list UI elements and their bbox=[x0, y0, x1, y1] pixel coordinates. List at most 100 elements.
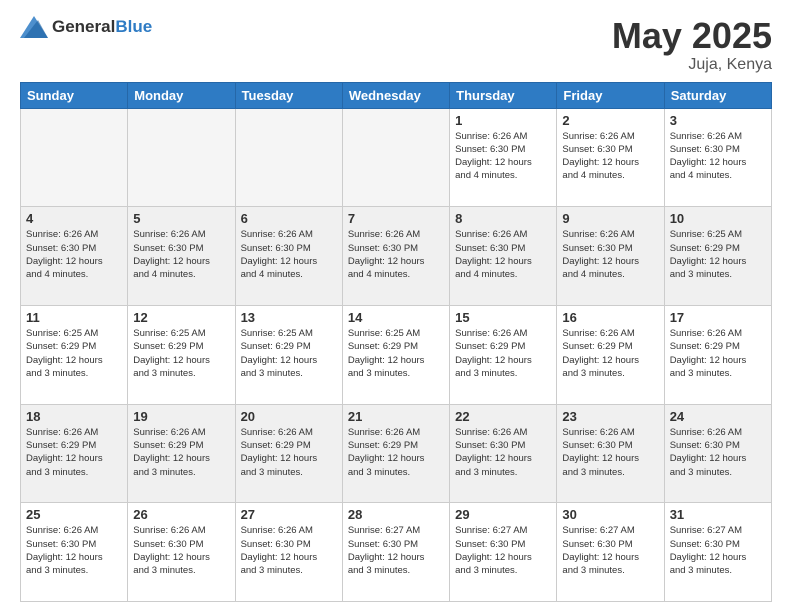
day-info: Sunrise: 6:26 AM Sunset: 6:29 PM Dayligh… bbox=[133, 426, 229, 479]
day-number: 26 bbox=[133, 507, 229, 522]
calendar-cell: 4Sunrise: 6:26 AM Sunset: 6:30 PM Daylig… bbox=[21, 207, 128, 306]
calendar-cell bbox=[21, 108, 128, 207]
calendar-cell: 10 Sunrise: 6:25 AM Sunset: 6:29 PM Dayli… bbox=[664, 207, 771, 306]
calendar-cell: 2Sunrise: 6:26 AM Sunset: 6:30 PM Daylig… bbox=[557, 108, 664, 207]
location: Juja, Kenya bbox=[612, 56, 772, 74]
day-info: Sunrise: 6:27 AM Sunset: 6:30 PM Dayligh… bbox=[455, 524, 551, 577]
calendar-cell: 9Sunrise: 6:26 AM Sunset: 6:30 PM Daylig… bbox=[557, 207, 664, 306]
calendar-day-header: Tuesday bbox=[235, 82, 342, 108]
day-info: Sunrise: 6:25 AM Sunset: 6:29 PM Dayligh… bbox=[670, 228, 766, 281]
calendar-cell: 14 Sunrise: 6:25 AM Sunset: 6:29 PM Dayli… bbox=[342, 305, 449, 404]
calendar-cell: 24 Sunrise: 6:26 AM Sunset: 6:30 PM Dayli… bbox=[664, 404, 771, 503]
day-info: Sunrise: 6:26 AM Sunset: 6:30 PM Dayligh… bbox=[670, 130, 766, 183]
calendar-cell: 7 Sunrise: 6:26 AM Sunset: 6:30 PM Daylig… bbox=[342, 207, 449, 306]
day-info: Sunrise: 6:26 AM Sunset: 6:29 PM Dayligh… bbox=[26, 426, 122, 479]
day-info: Sunrise: 6:25 AM Sunset: 6:29 PM Dayligh… bbox=[241, 327, 337, 380]
day-info: Sunrise: 6:26 AM Sunset: 6:29 PM Dayligh… bbox=[455, 327, 551, 380]
month-year: May 2025 bbox=[612, 16, 772, 56]
logo-general: General bbox=[52, 17, 115, 36]
day-number: 13 bbox=[241, 310, 337, 325]
day-info: Sunrise: 6:26 AM Sunset: 6:30 PM Dayligh… bbox=[133, 228, 229, 281]
day-info: Sunrise: 6:27 AM Sunset: 6:30 PM Dayligh… bbox=[670, 524, 766, 577]
day-number: 3 bbox=[670, 113, 766, 128]
calendar-header-row: SundayMondayTuesdayWednesdayThursdayFrid… bbox=[21, 82, 772, 108]
day-info: Sunrise: 6:26 AM Sunset: 6:30 PM Dayligh… bbox=[348, 228, 444, 281]
day-info: Sunrise: 6:25 AM Sunset: 6:29 PM Dayligh… bbox=[348, 327, 444, 380]
logo-icon bbox=[20, 16, 48, 38]
calendar-cell: 22 Sunrise: 6:26 AM Sunset: 6:30 PM Dayli… bbox=[450, 404, 557, 503]
day-info: Sunrise: 6:26 AM Sunset: 6:30 PM Dayligh… bbox=[562, 228, 658, 281]
calendar-cell: 21 Sunrise: 6:26 AM Sunset: 6:29 PM Dayli… bbox=[342, 404, 449, 503]
day-number: 31 bbox=[670, 507, 766, 522]
calendar-cell: 27 Sunrise: 6:26 AM Sunset: 6:30 PM Dayli… bbox=[235, 503, 342, 602]
day-number: 7 bbox=[348, 211, 444, 226]
day-info: Sunrise: 6:25 AM Sunset: 6:29 PM Dayligh… bbox=[133, 327, 229, 380]
day-info: Sunrise: 6:26 AM Sunset: 6:30 PM Dayligh… bbox=[562, 426, 658, 479]
calendar-cell: 13 Sunrise: 6:25 AM Sunset: 6:29 PM Dayli… bbox=[235, 305, 342, 404]
day-number: 19 bbox=[133, 409, 229, 424]
day-info: Sunrise: 6:26 AM Sunset: 6:30 PM Dayligh… bbox=[26, 228, 122, 281]
calendar-cell: 31 Sunrise: 6:27 AM Sunset: 6:30 PM Dayli… bbox=[664, 503, 771, 602]
calendar-cell: 23 Sunrise: 6:26 AM Sunset: 6:30 PM Dayli… bbox=[557, 404, 664, 503]
calendar-cell: 29 Sunrise: 6:27 AM Sunset: 6:30 PM Dayli… bbox=[450, 503, 557, 602]
calendar-cell: 3 Sunrise: 6:26 AM Sunset: 6:30 PM Daylig… bbox=[664, 108, 771, 207]
day-number: 29 bbox=[455, 507, 551, 522]
calendar-week-row: 25 Sunrise: 6:26 AM Sunset: 6:30 PM Dayli… bbox=[21, 503, 772, 602]
day-number: 12 bbox=[133, 310, 229, 325]
calendar-cell: 11 Sunrise: 6:25 AM Sunset: 6:29 PM Dayli… bbox=[21, 305, 128, 404]
calendar-week-row: 11 Sunrise: 6:25 AM Sunset: 6:29 PM Dayli… bbox=[21, 305, 772, 404]
day-info: Sunrise: 6:25 AM Sunset: 6:29 PM Dayligh… bbox=[26, 327, 122, 380]
day-info: Sunrise: 6:26 AM Sunset: 6:30 PM Dayligh… bbox=[455, 228, 551, 281]
day-number: 8 bbox=[455, 211, 551, 226]
calendar-cell: 18 Sunrise: 6:26 AM Sunset: 6:29 PM Dayli… bbox=[21, 404, 128, 503]
title-section: May 2025 Juja, Kenya bbox=[612, 16, 772, 74]
calendar-day-header: Wednesday bbox=[342, 82, 449, 108]
calendar-cell: 26Sunrise: 6:26 AM Sunset: 6:30 PM Dayli… bbox=[128, 503, 235, 602]
day-number: 28 bbox=[348, 507, 444, 522]
calendar-cell: 5Sunrise: 6:26 AM Sunset: 6:30 PM Daylig… bbox=[128, 207, 235, 306]
calendar-week-row: 18 Sunrise: 6:26 AM Sunset: 6:29 PM Dayli… bbox=[21, 404, 772, 503]
page: GeneralBlue May 2025 Juja, Kenya SundayM… bbox=[0, 0, 792, 612]
day-number: 24 bbox=[670, 409, 766, 424]
day-info: Sunrise: 6:26 AM Sunset: 6:30 PM Dayligh… bbox=[455, 426, 551, 479]
day-number: 2 bbox=[562, 113, 658, 128]
calendar-cell: 25 Sunrise: 6:26 AM Sunset: 6:30 PM Dayli… bbox=[21, 503, 128, 602]
day-number: 18 bbox=[26, 409, 122, 424]
day-info: Sunrise: 6:26 AM Sunset: 6:29 PM Dayligh… bbox=[241, 426, 337, 479]
day-number: 10 bbox=[670, 211, 766, 226]
calendar-cell: 28 Sunrise: 6:27 AM Sunset: 6:30 PM Dayli… bbox=[342, 503, 449, 602]
day-info: Sunrise: 6:27 AM Sunset: 6:30 PM Dayligh… bbox=[348, 524, 444, 577]
calendar-cell bbox=[128, 108, 235, 207]
calendar-cell: 1Sunrise: 6:26 AM Sunset: 6:30 PM Daylig… bbox=[450, 108, 557, 207]
day-info: Sunrise: 6:26 AM Sunset: 6:29 PM Dayligh… bbox=[348, 426, 444, 479]
calendar-week-row: 1 Sunrise: 6:26 AM Sunset: 6:30 PM Daylig… bbox=[21, 108, 772, 207]
calendar-day-header: Friday bbox=[557, 82, 664, 108]
calendar-cell bbox=[342, 108, 449, 207]
day-number: 20 bbox=[241, 409, 337, 424]
day-info: Sunrise: 6:26 AM Sunset: 6:30 PM Dayligh… bbox=[241, 524, 337, 577]
day-number: 14 bbox=[348, 310, 444, 325]
day-number: 30 bbox=[562, 507, 658, 522]
calendar-cell: 30Sunrise: 6:27 AM Sunset: 6:30 PM Dayli… bbox=[557, 503, 664, 602]
calendar-day-header: Sunday bbox=[21, 82, 128, 108]
day-info: Sunrise: 6:26 AM Sunset: 6:30 PM Dayligh… bbox=[241, 228, 337, 281]
calendar-cell: 12 Sunrise: 6:25 AM Sunset: 6:29 PM Dayli… bbox=[128, 305, 235, 404]
day-number: 17 bbox=[670, 310, 766, 325]
calendar-day-header: Monday bbox=[128, 82, 235, 108]
day-number: 22 bbox=[455, 409, 551, 424]
day-number: 23 bbox=[562, 409, 658, 424]
day-number: 27 bbox=[241, 507, 337, 522]
day-info: Sunrise: 6:26 AM Sunset: 6:29 PM Dayligh… bbox=[562, 327, 658, 380]
day-number: 11 bbox=[26, 310, 122, 325]
calendar-cell: 15Sunrise: 6:26 AM Sunset: 6:29 PM Dayli… bbox=[450, 305, 557, 404]
day-info: Sunrise: 6:26 AM Sunset: 6:30 PM Dayligh… bbox=[670, 426, 766, 479]
day-number: 25 bbox=[26, 507, 122, 522]
calendar-day-header: Thursday bbox=[450, 82, 557, 108]
day-number: 1 bbox=[455, 113, 551, 128]
day-number: 16 bbox=[562, 310, 658, 325]
calendar-cell bbox=[235, 108, 342, 207]
day-number: 21 bbox=[348, 409, 444, 424]
day-info: Sunrise: 6:26 AM Sunset: 6:30 PM Dayligh… bbox=[26, 524, 122, 577]
day-info: Sunrise: 6:26 AM Sunset: 6:29 PM Dayligh… bbox=[670, 327, 766, 380]
calendar-cell: 16 Sunrise: 6:26 AM Sunset: 6:29 PM Dayli… bbox=[557, 305, 664, 404]
